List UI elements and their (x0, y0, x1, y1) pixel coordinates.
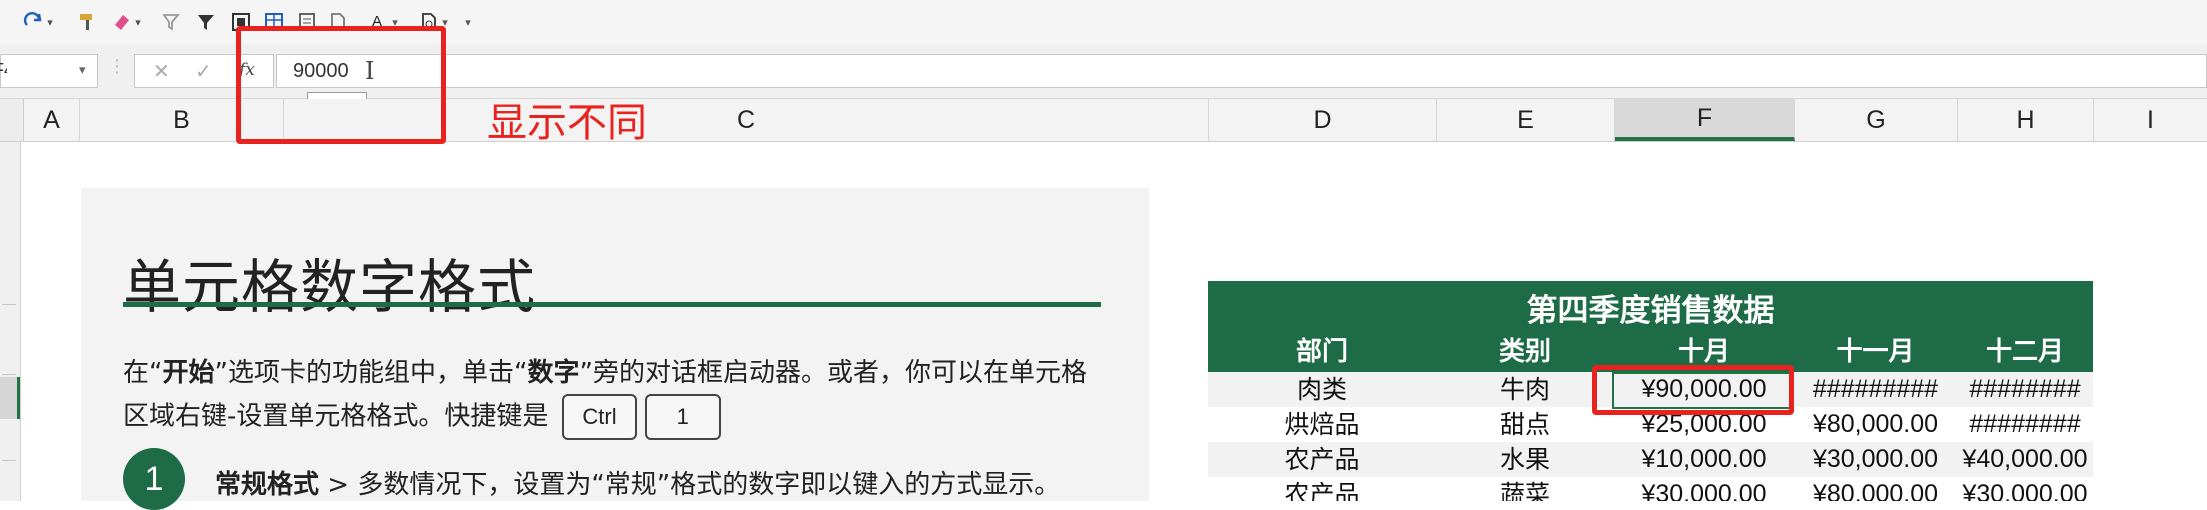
cell-category[interactable]: 蔬菜 (1436, 477, 1614, 501)
clear-filter-icon[interactable] (156, 6, 188, 38)
cell-dept[interactable]: 肉类 (1208, 372, 1436, 407)
select-all-corner[interactable] (0, 99, 24, 141)
sales-table-title: 第四季度销售数据 (1526, 293, 1775, 329)
para-text: 在“ (123, 358, 163, 388)
enter-icon[interactable]: ✓ (195, 59, 212, 83)
cell-category[interactable]: 甜点 (1436, 407, 1614, 442)
step-description: 常规格式 > 多数情况下，设置为“常规”格式的数字即以键入的方式显示。 (215, 464, 1060, 501)
selected-row-header[interactable] (0, 377, 20, 419)
row-divider (2, 374, 16, 375)
annotation-box-formula (236, 26, 446, 144)
cell-category[interactable]: 水果 (1436, 442, 1614, 477)
cell-nov[interactable]: ¥80,000.00 (1794, 477, 1957, 501)
info-card: 单元格数字格式 在“开始”选项卡的功能组中，单击“数字”旁的对话框启动器。或者，… (81, 188, 1149, 510)
customize-toolbar-icon[interactable]: ▾ (458, 6, 476, 38)
table-row: 农产品 水果 ¥10,000.00 ¥30,000.00 ¥40,000.00 (1208, 442, 2093, 477)
cell-nov[interactable]: ¥80,000.00 (1794, 407, 1957, 442)
key-ctrl: Ctrl (562, 394, 637, 440)
card-title: 单元格数字格式 (123, 253, 537, 321)
column-header-i[interactable]: I (2094, 99, 2207, 141)
cell-nov[interactable]: ¥30,000.00 (1794, 442, 1957, 477)
column-header-e[interactable]: E (1437, 99, 1615, 141)
cell-dec[interactable]: ¥40,000.00 (1957, 442, 2093, 477)
cell-oct[interactable]: ¥30,000.00 (1614, 477, 1794, 501)
column-header-f[interactable]: F (1615, 99, 1795, 141)
column-label-oct: 十月 (1677, 337, 1730, 367)
cell-dec[interactable]: ¥30,000.00 (1957, 477, 2093, 501)
cell-category[interactable]: 牛肉 (1436, 372, 1614, 407)
eraser-icon[interactable]: ▾ (106, 6, 146, 38)
cancel-icon[interactable]: ✕ (153, 59, 170, 83)
formula-bar-splitter[interactable]: ⋮ (108, 56, 126, 86)
column-header-h[interactable]: H (1958, 99, 2094, 141)
column-label-category: 类别 (1498, 337, 1551, 367)
column-label-nov: 十一月 (1836, 337, 1915, 367)
annotation-label: 显示不同 (487, 100, 647, 146)
cell-oct[interactable]: ¥10,000.00 (1614, 442, 1794, 477)
table-row: 农产品 蔬菜 ¥30,000.00 ¥80,000.00 ¥30,000.00 (1208, 477, 2093, 501)
cell-nov[interactable]: ######### (1794, 372, 1957, 407)
card-paragraph: 在“开始”选项卡的功能组中，单击“数字”旁的对话框启动器。或者，你可以在单元格区… (123, 352, 1103, 440)
cell-dept[interactable]: 农产品 (1208, 442, 1436, 477)
cell-dept[interactable]: 烘焙品 (1208, 407, 1436, 442)
column-header-d[interactable]: D (1209, 99, 1437, 141)
cell-dept[interactable]: 农产品 (1208, 477, 1436, 501)
name-box-value: F4 (0, 60, 7, 81)
name-box[interactable]: F4 ▾ (0, 54, 98, 88)
key-1: 1 (644, 394, 721, 440)
step-body: > 多数情况下，设置为“常规”格式的数字即以键入的方式显示。 (319, 470, 1061, 500)
sales-table-header: 第四季度销售数据 部门 类别 十月 十一月 十二月 (1208, 281, 2093, 372)
column-header-g[interactable]: G (1795, 99, 1958, 141)
row-headers (0, 142, 21, 501)
filter-icon[interactable] (190, 6, 222, 38)
annotation-box-cell (1592, 365, 1794, 415)
column-header-a[interactable]: A (24, 99, 80, 141)
step-title: 常规格式 (215, 470, 320, 500)
cell-dec[interactable]: ######## (1957, 372, 2093, 407)
para-bold-number: 数字 (527, 358, 580, 388)
row-divider (2, 460, 16, 461)
cell-dec[interactable]: ######## (1957, 407, 2093, 442)
column-label-dec: 十二月 (1985, 337, 2064, 367)
row-divider (2, 304, 16, 305)
format-painter-icon[interactable] (72, 6, 104, 38)
para-text: ”选项卡的功能组中，单击“ (214, 358, 528, 388)
para-bold-start: 开始 (162, 358, 215, 388)
redo-icon[interactable]: ▾ (18, 6, 58, 38)
name-box-dropdown-icon[interactable]: ▾ (79, 63, 86, 78)
formula-input[interactable]: 90000 I (276, 54, 2207, 88)
title-underline (123, 302, 1101, 307)
column-label-dept: 部门 (1295, 337, 1348, 367)
